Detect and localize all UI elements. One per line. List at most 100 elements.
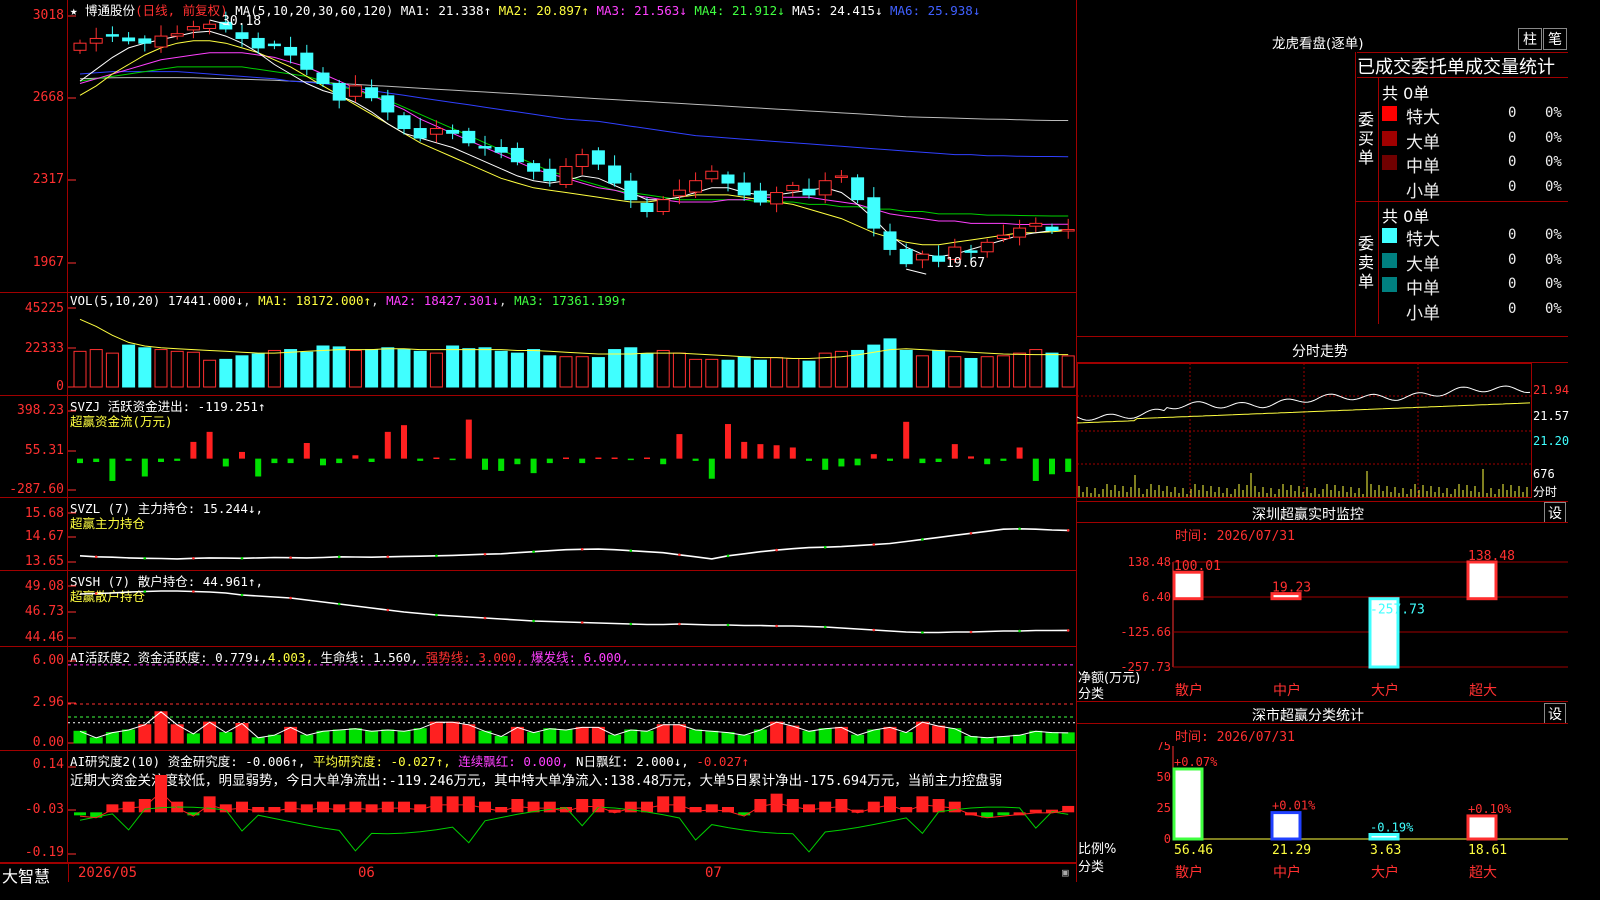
stat-value-label: 18.61 <box>1468 843 1507 858</box>
vol-panel[interactable]: VOL(5,10,20) 17441.000↓, MA1: 18172.000↑… <box>0 293 1076 396</box>
svsh-y-tick: 44.46 <box>24 630 64 645</box>
kline-chart[interactable] <box>68 0 1076 292</box>
stroke-button[interactable]: 笔 <box>1543 28 1567 50</box>
active-bar <box>1013 734 1027 744</box>
sell-name: 大单 <box>1406 254 1440 275</box>
vol-chart[interactable] <box>68 293 1076 395</box>
svzj-panel[interactable]: SVZJ 活跃资金进出: -119.251↑ 超赢资金流(万元) 398.23 … <box>0 396 1076 498</box>
monitor-settings-button[interactable]: 设 <box>1544 502 1566 523</box>
flow-bar <box>676 434 683 459</box>
candle-body <box>591 150 605 165</box>
buy-color-swatch <box>1382 106 1397 121</box>
vol-bar <box>397 349 411 388</box>
flow-bar <box>255 458 262 477</box>
date-tick: 06 <box>358 865 375 881</box>
ai-active-panel[interactable]: AI活跃度2 资金活跃度: 0.779↓,4.003, 生命线: 1.560, … <box>0 647 1076 751</box>
svzl-chart[interactable] <box>68 498 1076 570</box>
candle-body <box>170 33 184 37</box>
holding-dot <box>580 547 584 551</box>
flow-bar <box>951 444 958 459</box>
active-bar <box>154 711 168 744</box>
candle-body <box>154 35 168 48</box>
monitor-y-tick: -257.73 <box>1120 660 1171 674</box>
flow-bar <box>773 445 780 459</box>
active-bar <box>543 728 557 744</box>
vol-bar <box>186 351 200 388</box>
stat-delta-label: +0.01% <box>1272 799 1316 813</box>
buy-count: 0 <box>1508 105 1517 121</box>
vol-bar <box>316 345 330 388</box>
vol-bar <box>105 352 119 388</box>
table-left-border <box>1355 52 1356 336</box>
vol-bar <box>770 357 784 388</box>
sell-name: 小单 <box>1406 303 1440 324</box>
vol-bar <box>656 349 670 388</box>
ma120-line <box>79 77 1069 121</box>
monitor-bar-label: -257.73 <box>1370 603 1425 618</box>
candle-body <box>186 26 200 31</box>
holding-dot <box>192 556 195 560</box>
holding-dot <box>289 596 292 600</box>
ai-research-panel[interactable]: AI研究度2(10) 资金研究度: -0.006↑, 平均研究度: -0.027… <box>0 751 1076 863</box>
intraday-chart[interactable] <box>1077 363 1533 499</box>
candle-body <box>251 37 265 49</box>
monitor-chart: 138.48 6.40 -125.66 -257.73 100.01 散户 19.23 中户 -… <box>1120 549 1568 699</box>
intraday-panel[interactable]: 分时走势 21.94 21.57 21.20 676 分时 <box>1077 337 1569 502</box>
research-avg-line <box>79 806 1069 853</box>
candle-body <box>105 34 119 37</box>
flow-bar <box>174 458 181 461</box>
vol-bar <box>786 357 800 388</box>
buy-pct: 0% <box>1545 178 1562 195</box>
vol-bar <box>705 358 719 388</box>
active-bar <box>737 734 751 744</box>
ai-active-y-tick: 2.96 <box>32 695 64 710</box>
buy-name: 特大 <box>1406 108 1440 128</box>
active-bar <box>219 732 233 744</box>
flow-bar <box>968 456 974 459</box>
ai-research-y-tick: -0.03 <box>24 802 64 817</box>
svsh-chart[interactable] <box>68 571 1076 646</box>
svsh-panel[interactable]: SVSH (7) 散户持仓: 44.961↑, 超赢散户持仓 49.08 46.… <box>0 571 1076 647</box>
sell-pct: 0% <box>1545 227 1562 243</box>
stat-category: 中户 <box>1273 864 1301 881</box>
svzl-panel[interactable]: SVZL (7) 主力持仓: 15.244↓, 超赢主力持仓 15.68 14.… <box>0 498 1076 571</box>
active-bar <box>494 735 508 744</box>
active-bar <box>964 735 978 744</box>
candle-body <box>1029 222 1043 227</box>
column-button[interactable]: 柱 <box>1518 28 1542 50</box>
svzj-chart[interactable] <box>68 396 1076 497</box>
candle-body <box>543 168 557 182</box>
flow-bar <box>1065 458 1072 472</box>
active-bar <box>559 729 573 744</box>
kline-y-tick: 2317 <box>32 172 64 187</box>
research-bar <box>657 796 670 813</box>
flow-bar <box>563 457 569 460</box>
candle-body <box>737 182 751 196</box>
active-bar <box>786 725 800 744</box>
holding-dot <box>1066 629 1070 632</box>
vol-bar <box>494 350 508 388</box>
research-bar <box>948 801 961 813</box>
holding-dot <box>678 553 681 557</box>
monitor-title: 深圳超赢实时监控 <box>1252 507 1364 523</box>
holding-dot <box>921 538 924 541</box>
kline-y-tick: 1967 <box>32 255 64 270</box>
ai-research-y-tick: 0.14 <box>32 757 64 772</box>
active-bar <box>251 737 265 744</box>
stat-settings-button[interactable]: 设 <box>1544 703 1566 724</box>
research-bar <box>543 801 556 813</box>
kline-panel[interactable]: ★ 博通股份(日线, 前复权) MA(5,10,20,30,60,120) MA… <box>0 0 1076 293</box>
buy-color-swatch <box>1382 180 1397 195</box>
ai-active-chart[interactable] <box>68 647 1076 750</box>
vol-y-tick: 0 <box>56 379 64 394</box>
intraday-tick: 676 <box>1533 467 1555 481</box>
ai-active-y-tick: 6.00 <box>32 653 64 668</box>
vol-bar <box>478 347 492 388</box>
candle-body <box>915 253 929 261</box>
sell-name: 中单 <box>1406 279 1440 299</box>
candle-body <box>559 165 573 185</box>
ai-research-chart[interactable] <box>68 751 1076 862</box>
candle-body <box>980 241 994 253</box>
research-bar <box>138 799 151 813</box>
monitor-y-tick: 138.48 <box>1128 555 1171 569</box>
